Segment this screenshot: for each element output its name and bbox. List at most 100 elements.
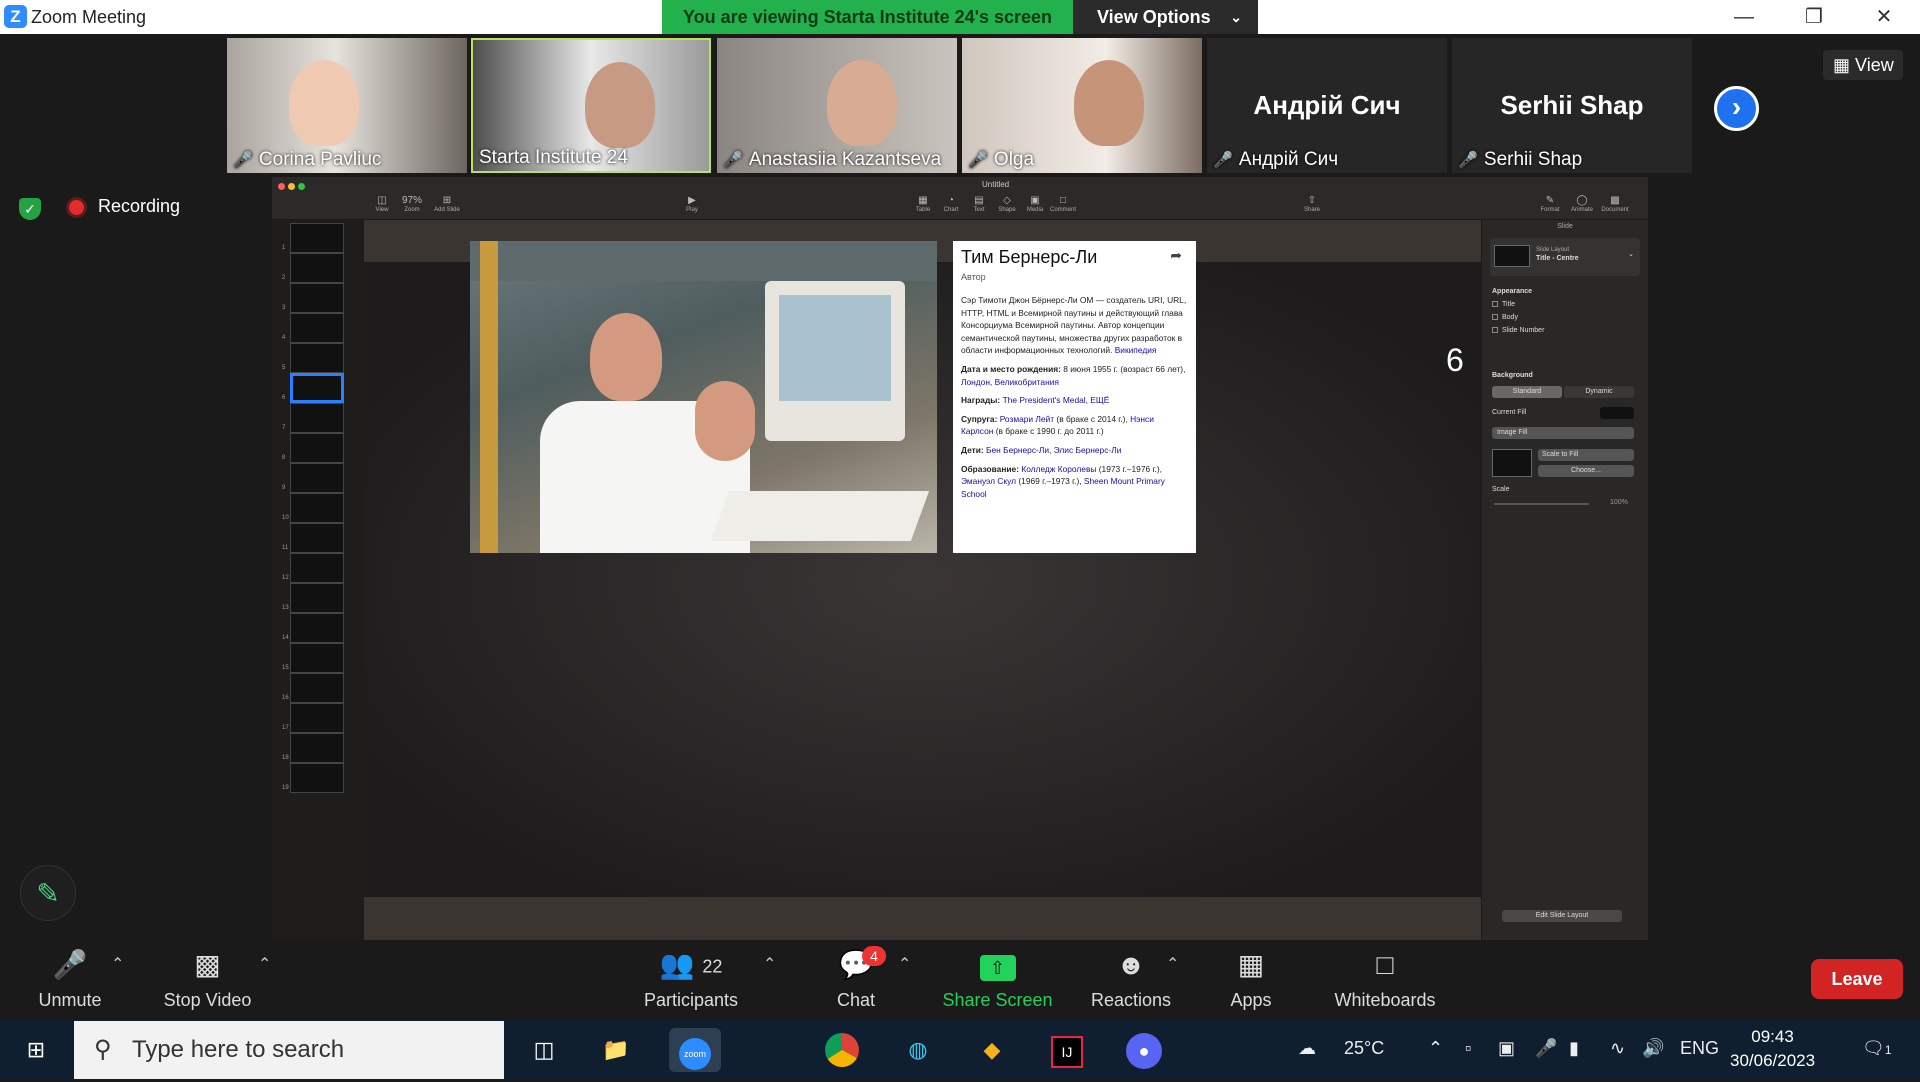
edge-icon[interactable]: ◍	[896, 1028, 940, 1072]
text-tool[interactable]: ▤ Text	[964, 195, 994, 213]
body-checkbox[interactable]: Body	[1492, 314, 1518, 321]
video-tile[interactable]: Serhii Shap 🎤 Serhii Shap	[1452, 38, 1692, 173]
recording-label[interactable]: Recording	[98, 196, 180, 217]
reactions-options-caret[interactable]: ⌃	[1166, 954, 1179, 974]
slide-thumbnail[interactable]	[290, 223, 344, 253]
notifications-icon[interactable]: 🗨1	[1862, 1038, 1892, 1059]
chart-tool[interactable]: ◔ Chart	[936, 195, 966, 213]
animate-tool[interactable]: ◯ Animate	[1567, 195, 1597, 213]
network-monitor-icon[interactable]: ▣	[1498, 1038, 1515, 1059]
video-tile[interactable]: 🎤 Olga	[962, 38, 1202, 173]
microphone-icon[interactable]: 🎤	[1535, 1038, 1557, 1059]
discord-icon[interactable]: ●	[1122, 1028, 1166, 1072]
slide-thumbnail[interactable]	[290, 733, 344, 763]
bg-dynamic-button[interactable]: Dynamic	[1564, 386, 1634, 398]
scale-slider[interactable]	[1494, 503, 1589, 505]
taskbar-search-input[interactable]: ⚲ Type here to search	[74, 1021, 504, 1079]
security-shield-icon[interactable]: ✓	[19, 198, 41, 220]
mac-close-icon[interactable]	[278, 183, 285, 190]
slide-thumbnail[interactable]	[290, 343, 344, 373]
video-tile[interactable]: Андрій Сич 🎤 Андрій Сич	[1207, 38, 1447, 173]
audio-options-caret[interactable]: ⌃	[111, 954, 124, 974]
media-tool[interactable]: ▣ Media	[1020, 195, 1050, 213]
reactions-button[interactable]: ☻ Reactions	[1086, 940, 1176, 1020]
stop-video-button[interactable]: ▩ Stop Video	[155, 940, 260, 1020]
chat-options-caret[interactable]: ⌃	[898, 954, 911, 974]
slide-thumbnail[interactable]	[290, 703, 344, 733]
video-tile[interactable]: 🎤 Anastasiia Kazantseva	[717, 38, 957, 173]
task-view-icon[interactable]: ◫	[522, 1028, 566, 1072]
weather-icon[interactable]: ☁	[1298, 1038, 1316, 1059]
zoom-app-icon[interactable]: zoom	[669, 1028, 721, 1072]
slide-thumbnail[interactable]	[290, 283, 344, 313]
slide-thumbnail[interactable]	[290, 253, 344, 283]
inspector-tab-slide[interactable]: Slide	[1482, 223, 1648, 230]
pinned-app-icon[interactable]: ◆	[970, 1028, 1014, 1072]
slide-thumbnail[interactable]	[290, 763, 344, 793]
play-tool[interactable]: ▶ Play	[677, 195, 707, 213]
video-tile[interactable]: 🎤 Corina Pavliuc	[227, 38, 467, 173]
scale-to-fill-select[interactable]: Scale to Fill	[1538, 449, 1634, 461]
scale-value[interactable]: 100%	[1610, 499, 1628, 506]
next-page-button[interactable]: ›	[1714, 86, 1759, 131]
slide-thumbnail[interactable]	[290, 673, 344, 703]
slide-thumbnail[interactable]	[290, 583, 344, 613]
title-checkbox[interactable]: Title	[1492, 301, 1515, 308]
participants-options-caret[interactable]: ⌃	[763, 954, 776, 974]
taskbar-clock[interactable]: 09:43 30/06/2023	[1730, 1025, 1815, 1073]
meet-now-icon[interactable]: ▫	[1465, 1038, 1471, 1059]
video-tile-active-speaker[interactable]: Starta Institute 24	[471, 38, 711, 173]
close-button[interactable]: ✕	[1856, 0, 1912, 34]
windows-start-icon[interactable]: ⊞	[14, 1028, 58, 1072]
format-tool[interactable]: ✎ Format	[1535, 195, 1565, 213]
slide-thumbnail[interactable]	[290, 463, 344, 493]
volume-icon[interactable]: 🔊	[1642, 1038, 1664, 1059]
annotate-pencil-icon[interactable]: ✎	[20, 865, 76, 921]
whiteboards-button[interactable]: □ Whiteboards	[1325, 940, 1445, 1020]
view-options-button[interactable]: View Options ⌄	[1073, 0, 1258, 34]
view-button[interactable]: ▦ View	[1823, 50, 1903, 80]
apps-button[interactable]: ▦ Apps	[1225, 940, 1277, 1020]
choose-button[interactable]: Choose...	[1538, 465, 1634, 477]
slide-thumbnail[interactable]	[290, 313, 344, 343]
video-options-caret[interactable]: ⌃	[258, 954, 271, 974]
slide-thumbnail[interactable]	[290, 433, 344, 463]
comment-tool[interactable]: □ Comment	[1048, 195, 1078, 213]
slide-thumbnail[interactable]	[290, 373, 344, 403]
slide-thumbnail[interactable]	[290, 553, 344, 583]
mac-zoom-icon[interactable]	[298, 183, 305, 190]
slide-thumbnail[interactable]	[290, 493, 344, 523]
file-explorer-icon[interactable]: 📁	[594, 1028, 638, 1072]
document-tool[interactable]: ▩ Document	[1600, 195, 1630, 213]
weather-temp[interactable]: 25°C	[1344, 1038, 1384, 1059]
image-fill-select[interactable]: Image Fill	[1492, 427, 1634, 439]
current-fill-swatch[interactable]	[1600, 407, 1634, 419]
slide-thumbnail[interactable]	[290, 613, 344, 643]
bg-standard-button[interactable]: Standard	[1492, 386, 1562, 398]
tray-overflow-icon[interactable]: ⌃	[1428, 1038, 1443, 1059]
battery-icon[interactable]: ▮	[1569, 1038, 1579, 1059]
slide-thumbnail[interactable]	[290, 403, 344, 433]
slide-number-checkbox[interactable]: Slide Number	[1492, 327, 1544, 334]
share-tool[interactable]: ⇧ Share	[1297, 195, 1327, 213]
mac-minimize-icon[interactable]	[288, 183, 295, 190]
unmute-button[interactable]: 🎤 Unmute	[20, 940, 120, 1020]
intellij-icon[interactable]: IJ	[1045, 1028, 1089, 1072]
minimize-button[interactable]: —	[1716, 0, 1772, 34]
chrome-icon[interactable]	[820, 1028, 864, 1072]
shape-tool[interactable]: ◇ Shape	[992, 195, 1022, 213]
language-indicator[interactable]: ENG	[1680, 1038, 1719, 1059]
edit-slide-layout-button[interactable]: Edit Slide Layout	[1502, 910, 1622, 922]
add-slide-tool[interactable]: ⊞ Add Slide	[432, 195, 462, 213]
leave-button[interactable]: Leave	[1811, 959, 1903, 999]
wifi-icon[interactable]: ∿	[1610, 1038, 1625, 1059]
table-tool[interactable]: ▦ Table	[908, 195, 938, 213]
view-tool[interactable]: ◫ View	[367, 195, 397, 213]
restore-button[interactable]: ❐	[1786, 0, 1842, 34]
slide-thumbnail[interactable]	[290, 523, 344, 553]
zoom-tool[interactable]: 97% Zoom	[397, 195, 427, 213]
share-screen-button[interactable]: ⇧ Share Screen	[940, 940, 1055, 1020]
participants-button[interactable]: 👥 22 Participants	[638, 940, 744, 1020]
slide-layout-selector[interactable]: Slide Layout Title - Centre ⌄	[1490, 238, 1640, 276]
slide-thumbnail[interactable]	[290, 643, 344, 673]
